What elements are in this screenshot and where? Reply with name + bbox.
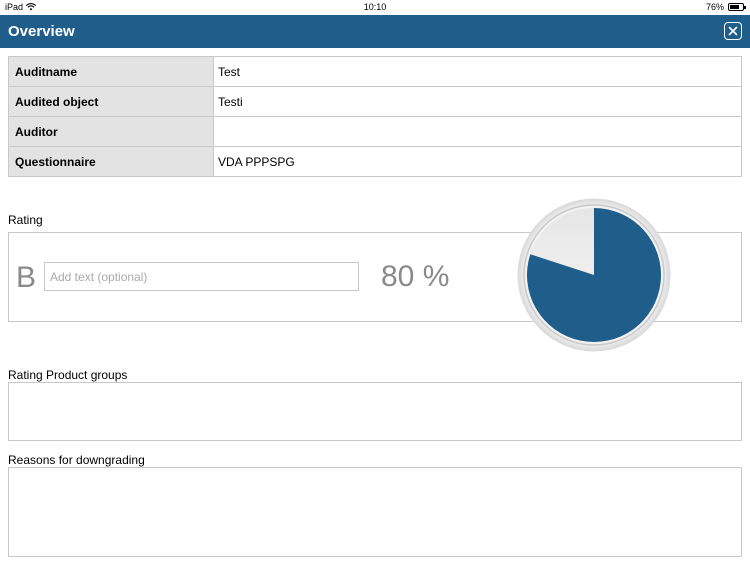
- product-groups-box[interactable]: [8, 382, 742, 441]
- auditor-label: Auditor: [8, 116, 214, 147]
- audited-object-label: Audited object: [8, 86, 214, 117]
- pie-svg: [517, 198, 671, 352]
- downgrading-box[interactable]: [8, 467, 742, 557]
- rating-percent: 80 %: [381, 260, 450, 293]
- downgrading-label: Reasons for downgrading: [8, 453, 145, 467]
- close-icon: [728, 26, 738, 36]
- auditname-label: Auditname: [8, 56, 214, 87]
- table-row: Audited object Testi: [8, 86, 742, 117]
- questionnaire-label: Questionnaire: [8, 146, 214, 177]
- table-row: Auditname Test: [8, 56, 742, 87]
- battery-percent: 76%: [705, 2, 724, 12]
- status-time: 10:10: [363, 2, 387, 12]
- table-row: Auditor: [8, 116, 742, 147]
- auditname-value[interactable]: Test: [213, 56, 742, 87]
- status-right: 76%: [705, 2, 746, 12]
- audit-info-table: Auditname Test Audited object Testi Audi…: [8, 56, 742, 177]
- rating-text-input[interactable]: [44, 262, 359, 291]
- audited-object-value[interactable]: Testi: [213, 86, 742, 117]
- questionnaire-value[interactable]: VDA PPPSPG: [213, 146, 742, 177]
- rating-pie-chart: [516, 193, 672, 358]
- product-groups-label: Rating Product groups: [8, 368, 128, 382]
- battery-icon: [728, 3, 746, 11]
- status-bar: iPad 10:10 76%: [0, 0, 750, 15]
- auditor-value[interactable]: [213, 116, 742, 147]
- close-button[interactable]: [724, 22, 742, 40]
- rating-grade: B: [16, 261, 37, 294]
- page-title: Overview: [8, 23, 75, 40]
- rating-label: Rating: [8, 213, 43, 227]
- navbar: Overview: [0, 15, 750, 48]
- table-row: Questionnaire VDA PPPSPG: [8, 146, 742, 177]
